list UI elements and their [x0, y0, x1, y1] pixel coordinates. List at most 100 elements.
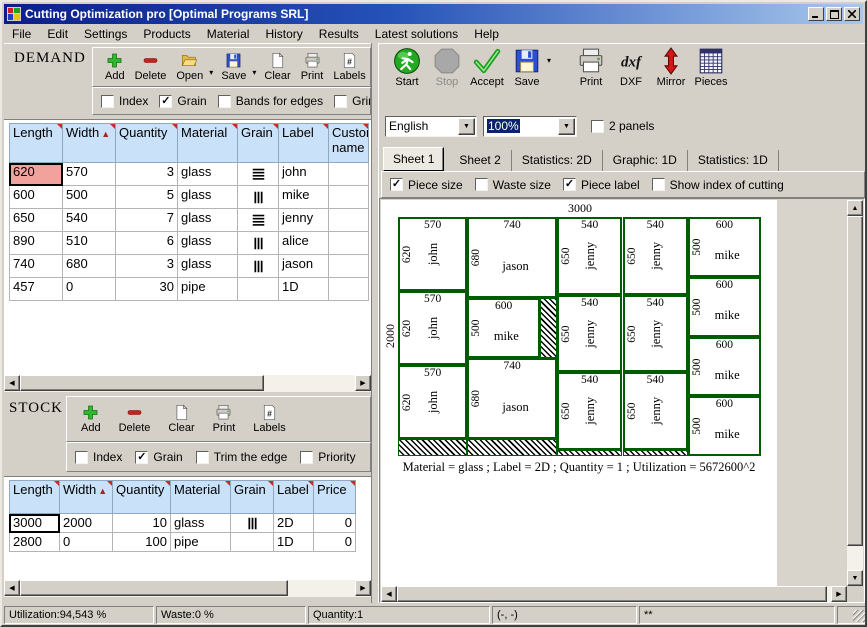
save-button[interactable]: Save: [507, 46, 547, 89]
title-bar[interactable]: Cutting Optimization pro [Optimal Progra…: [4, 4, 863, 24]
menu-file[interactable]: File: [4, 25, 39, 43]
table-cell[interactable]: 0: [63, 278, 116, 301]
column-header-length[interactable]: Length: [9, 123, 63, 163]
add-button[interactable]: Add: [101, 51, 129, 83]
add-button[interactable]: Add: [77, 403, 105, 435]
table-cell[interactable]: glass: [178, 232, 238, 255]
maximize-button[interactable]: [826, 7, 842, 21]
print-button[interactable]: Print: [297, 51, 328, 83]
column-header-material[interactable]: Material: [178, 123, 238, 163]
clear-button[interactable]: Clear: [260, 51, 294, 83]
table-cell[interactable]: pipe: [171, 533, 231, 552]
minimize-button[interactable]: [808, 7, 824, 21]
checkbox-waste-size[interactable]: Waste size: [475, 178, 551, 192]
table-cell[interactable]: 457: [9, 278, 63, 301]
canvas-hscrollbar[interactable]: ◀ ▶: [381, 586, 847, 602]
table-cell[interactable]: 0: [60, 533, 113, 552]
menu-history[interactable]: History: [257, 25, 310, 43]
checkbox-grain[interactable]: ✓Grain: [135, 450, 182, 464]
delete-button[interactable]: Delete: [131, 51, 171, 83]
table-cell[interactable]: 2800: [9, 533, 60, 552]
table-cell[interactable]: [238, 209, 279, 232]
clear-button[interactable]: Clear: [164, 403, 198, 435]
table-cell[interactable]: [238, 232, 279, 255]
table-cell[interactable]: [329, 255, 369, 278]
close-button[interactable]: [844, 7, 860, 21]
column-header-width[interactable]: Width▲: [60, 480, 113, 514]
column-header-label[interactable]: Label: [279, 123, 329, 163]
print-button[interactable]: Print: [571, 46, 611, 89]
table-cell[interactable]: 3: [116, 255, 178, 278]
zoom-select[interactable]: 100% ▼: [483, 116, 577, 137]
tab-sheet-1[interactable]: Sheet 1: [383, 147, 444, 171]
table-cell[interactable]: 7: [116, 209, 178, 232]
table-cell[interactable]: 5: [116, 186, 178, 209]
table-cell[interactable]: 740: [9, 255, 63, 278]
table-cell[interactable]: 3000: [9, 514, 60, 533]
table-cell[interactable]: [231, 514, 274, 533]
table-cell[interactable]: [329, 209, 369, 232]
checkbox-priority[interactable]: Priority: [300, 450, 355, 464]
table-cell[interactable]: [238, 278, 279, 301]
chevron-down-icon[interactable]: ▼: [458, 118, 475, 135]
table-cell[interactable]: [238, 186, 279, 209]
menu-edit[interactable]: Edit: [39, 25, 76, 43]
scroll-thumb[interactable]: [397, 586, 827, 602]
table-cell[interactable]: 2D: [274, 514, 314, 533]
save-button[interactable]: Save: [217, 51, 250, 83]
mirror-button[interactable]: Mirror: [651, 46, 691, 89]
labels-button[interactable]: #Labels: [329, 51, 369, 83]
table-cell[interactable]: 6: [116, 232, 178, 255]
table-cell[interactable]: 500: [63, 186, 116, 209]
scroll-thumb[interactable]: [20, 375, 264, 391]
table-cell[interactable]: 510: [63, 232, 116, 255]
checkbox-2-panels[interactable]: 2 panels: [591, 119, 654, 133]
table-cell[interactable]: 650: [9, 209, 63, 232]
menu-results[interactable]: Results: [311, 25, 367, 43]
scroll-thumb[interactable]: [847, 216, 863, 546]
column-header-length[interactable]: Length: [9, 480, 60, 514]
column-header-quantity[interactable]: Quantity: [113, 480, 171, 514]
table-cell[interactable]: jenny: [279, 209, 329, 232]
table-cell[interactable]: glass: [178, 163, 238, 186]
checkbox-piece-label[interactable]: ✓Piece label: [563, 178, 640, 192]
table-cell[interactable]: [329, 278, 369, 301]
table-cell[interactable]: 0: [314, 533, 356, 552]
checkbox-show-index-of-cutting[interactable]: Show index of cutting: [652, 178, 784, 192]
scroll-up-button[interactable]: ▲: [847, 200, 863, 216]
table-cell[interactable]: john: [279, 163, 329, 186]
table-cell[interactable]: glass: [178, 255, 238, 278]
table-cell[interactable]: [329, 186, 369, 209]
menu-help[interactable]: Help: [466, 25, 507, 43]
menu-products[interactable]: Products: [135, 25, 198, 43]
scroll-left-button[interactable]: ◀: [4, 580, 20, 596]
table-cell[interactable]: [238, 163, 279, 186]
menu-material[interactable]: Material: [199, 25, 258, 43]
start-button[interactable]: Start: [387, 46, 427, 89]
table-cell[interactable]: glass: [178, 186, 238, 209]
save-dropdown-arrow[interactable]: ▾: [252, 68, 256, 77]
checkbox-trim-the-edge[interactable]: Trim the edge: [196, 450, 288, 464]
scroll-left-button[interactable]: ◀: [4, 375, 20, 391]
pieces-button[interactable]: Pieces: [691, 46, 731, 89]
chevron-down-icon[interactable]: ▼: [558, 118, 575, 135]
demand-hscrollbar[interactable]: ◀ ▶: [4, 375, 371, 392]
accept-button[interactable]: Accept: [467, 46, 507, 89]
table-cell[interactable]: 620: [9, 163, 63, 186]
table-cell[interactable]: glass: [178, 209, 238, 232]
panel-divider[interactable]: [371, 43, 379, 603]
table-cell[interactable]: 2000: [60, 514, 113, 533]
table-cell[interactable]: [329, 232, 369, 255]
checkbox-bands-for-edges[interactable]: Bands for edges: [218, 94, 323, 108]
checkbox-index[interactable]: Index: [75, 450, 122, 464]
column-header-quantity[interactable]: Quantity: [116, 123, 178, 163]
table-cell[interactable]: 10: [113, 514, 171, 533]
delete-button[interactable]: Delete: [115, 403, 155, 435]
column-header-label[interactable]: Label: [274, 480, 314, 514]
table-cell[interactable]: [329, 163, 369, 186]
checkbox-grain[interactable]: ✓Grain: [159, 94, 206, 108]
table-cell[interactable]: glass: [171, 514, 231, 533]
column-header-customer-name[interactable]: Customer name: [329, 123, 369, 163]
table-cell[interactable]: 540: [63, 209, 116, 232]
column-header-price[interactable]: Price: [314, 480, 356, 514]
